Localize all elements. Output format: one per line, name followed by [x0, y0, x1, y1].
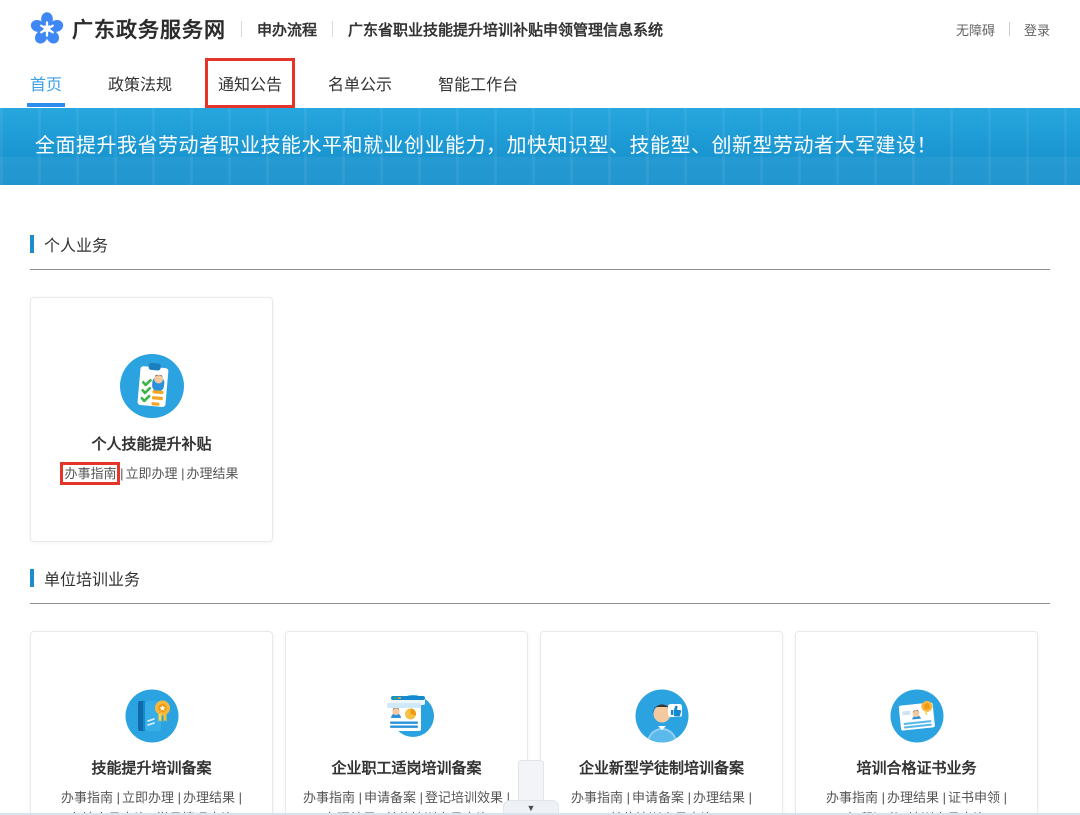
card-link[interactable]: 办事指南 — [64, 466, 116, 481]
card-link[interactable]: 办理结果 — [183, 790, 235, 805]
tab-policies[interactable]: 政策法规 — [108, 58, 172, 108]
unit-section-title: 单位培训业务 — [44, 566, 140, 590]
card-link[interactable]: 登记培训效果 — [425, 790, 503, 805]
card-link[interactable]: 办事指南 — [61, 790, 113, 805]
card-link[interactable]: 证书申领 — [948, 790, 1000, 805]
card-link-item: 办理结果 | — [183, 787, 242, 808]
card-link-item: 办理结果 | — [693, 787, 752, 808]
section-divider — [30, 269, 1050, 270]
card-link-item: 办事指南 | — [303, 787, 362, 808]
utility-divider — [1009, 22, 1010, 36]
personal-section-header: 个人业务 — [30, 185, 1050, 256]
tab-public-list-label: 名单公示 — [328, 71, 392, 95]
card-link-item: 证书申领 | — [948, 787, 1007, 808]
login-link[interactable]: 登录 — [1024, 20, 1050, 39]
unit-card-links: 办事指南 |立即办理 |办理结果 |在培人员查询 |学员情况查询 — [31, 787, 272, 815]
site-name: 广东政务服务网 — [72, 14, 226, 44]
card-link[interactable]: 办事指南 — [826, 790, 878, 805]
hero-banner: 全面提升我省劳动者职业技能水平和就业创业能力，加快知识型、技能型、创新型劳动者大… — [0, 108, 1080, 185]
card-link-item: 登记培训效果 | — [425, 787, 510, 808]
card-link-item: 申请备案 | — [364, 787, 423, 808]
banner-slogan: 全面提升我省劳动者职业技能水平和就业创业能力，加快知识型、技能型、创新型劳动者大… — [0, 108, 1080, 185]
unit-section-header: 单位培训业务 — [30, 542, 1050, 590]
gdzwfw-logo-icon — [30, 12, 64, 46]
scroll-hint-bar[interactable] — [518, 760, 544, 802]
card-link-item: 立即办理 | — [122, 787, 181, 808]
system-title: 广东省职业技能提升培训补贴申领管理信息系统 — [348, 19, 663, 40]
card-link-item: 立即办理 | — [125, 463, 184, 484]
unit-card-links: 办事指南 |申请备案 |办理结果 |单位培训人员查询 — [541, 787, 782, 815]
skill-training-record-card[interactable]: 技能提升培训备案 办事指南 |立即办理 |办理结果 |在培人员查询 |学员情况查… — [30, 631, 273, 815]
card-link[interactable]: 办理结果 — [887, 790, 939, 805]
card-link-item: 办事指南 | — [826, 787, 885, 808]
unit-card-title: 技能提升培训备案 — [31, 757, 272, 778]
book-medal-icon — [124, 688, 180, 744]
card-link-item: 办理结果 — [187, 463, 239, 484]
page: 广东政务服务网 申办流程 广东省职业技能提升培训补贴申领管理信息系统 无障碍 登… — [0, 0, 1080, 815]
section-accent-bar — [30, 569, 34, 587]
adapt-post-training-record-card[interactable]: 企业职工适岗培训备案 办事指南 |申请备案 |登记培训效果 |办理结果 |单位培… — [285, 631, 528, 815]
unit-card-links: 办事指南 |办理结果 |证书申领 |打印证书 |培训人员查询 — [796, 787, 1037, 815]
scroll-hint-widget[interactable]: ▼ — [503, 760, 559, 815]
header-divider — [332, 21, 333, 37]
card-link[interactable]: 办理结果 — [187, 466, 239, 481]
clipboard-person-icon — [118, 352, 186, 420]
personal-card-links: 办事指南 |立即办理 |办理结果 — [31, 463, 272, 484]
unit-card-title: 企业新型学徒制培训备案 — [541, 757, 782, 778]
tab-notices[interactable]: 通知公告 — [218, 58, 282, 108]
unit-card-title: 培训合格证书业务 — [796, 757, 1037, 778]
card-link[interactable]: 立即办理 — [122, 790, 174, 805]
card-link-item: 办理结果 | — [887, 787, 946, 808]
personal-card-title: 个人技能提升补贴 — [31, 433, 272, 454]
card-link-item: 办事指南 | — [61, 787, 120, 808]
accessibility-link[interactable]: 无障碍 — [956, 20, 995, 39]
tab-home-label: 首页 — [30, 71, 62, 95]
card-link-item: 办事指南 | — [64, 463, 123, 484]
section-accent-bar — [30, 235, 34, 253]
report-chart-icon — [379, 688, 435, 744]
personal-skill-subsidy-card[interactable]: 个人技能提升补贴 办事指南 |立即办理 |办理结果 — [30, 297, 273, 542]
tab-public-list[interactable]: 名单公示 — [328, 58, 392, 108]
card-link[interactable]: 办事指南 — [571, 790, 623, 805]
tab-notices-label: 通知公告 — [218, 71, 282, 95]
tab-smart-workbench-label: 智能工作台 — [438, 71, 518, 95]
card-link[interactable]: 立即办理 — [125, 466, 177, 481]
main-nav: 首页 政策法规 通知公告 名单公示 智能工作台 — [0, 58, 1080, 108]
card-link[interactable]: 办事指南 — [303, 790, 355, 805]
unit-card-links: 办事指南 |申请备案 |登记培训效果 |办理结果 |单位培训人员查询 — [286, 787, 527, 815]
personal-section-title: 个人业务 — [44, 232, 108, 256]
certificate-medal-icon — [889, 688, 945, 744]
personal-business-section: 个人业务 — [30, 185, 1050, 542]
card-link-item: 申请备案 | — [632, 787, 691, 808]
training-certificate-card[interactable]: 培训合格证书业务 办事指南 |办理结果 |证书申领 |打印证书 |培训人员查询 — [795, 631, 1038, 815]
section-divider — [30, 603, 1050, 604]
card-link[interactable]: 申请备案 — [364, 790, 416, 805]
top-header: 广东政务服务网 申办流程 广东省职业技能提升培训补贴申领管理信息系统 无障碍 登… — [0, 0, 1080, 58]
unit-card-title: 企业职工适岗培训备案 — [286, 757, 527, 778]
tab-smart-workbench[interactable]: 智能工作台 — [438, 58, 518, 108]
apprentice-thumbs-up-icon — [634, 688, 690, 744]
application-flow-link[interactable]: 申办流程 — [257, 19, 317, 40]
card-link[interactable]: 办理结果 — [693, 790, 745, 805]
card-link-item: 办事指南 | — [571, 787, 630, 808]
header-divider — [241, 21, 242, 37]
header-utilities: 无障碍 登录 — [956, 20, 1050, 39]
card-link[interactable]: 申请备案 — [632, 790, 684, 805]
tab-home[interactable]: 首页 — [30, 58, 62, 108]
apprenticeship-training-record-card[interactable]: 企业新型学徒制培训备案 办事指南 |申请备案 |办理结果 |单位培训人员查询 — [540, 631, 783, 815]
tab-policies-label: 政策法规 — [108, 71, 172, 95]
